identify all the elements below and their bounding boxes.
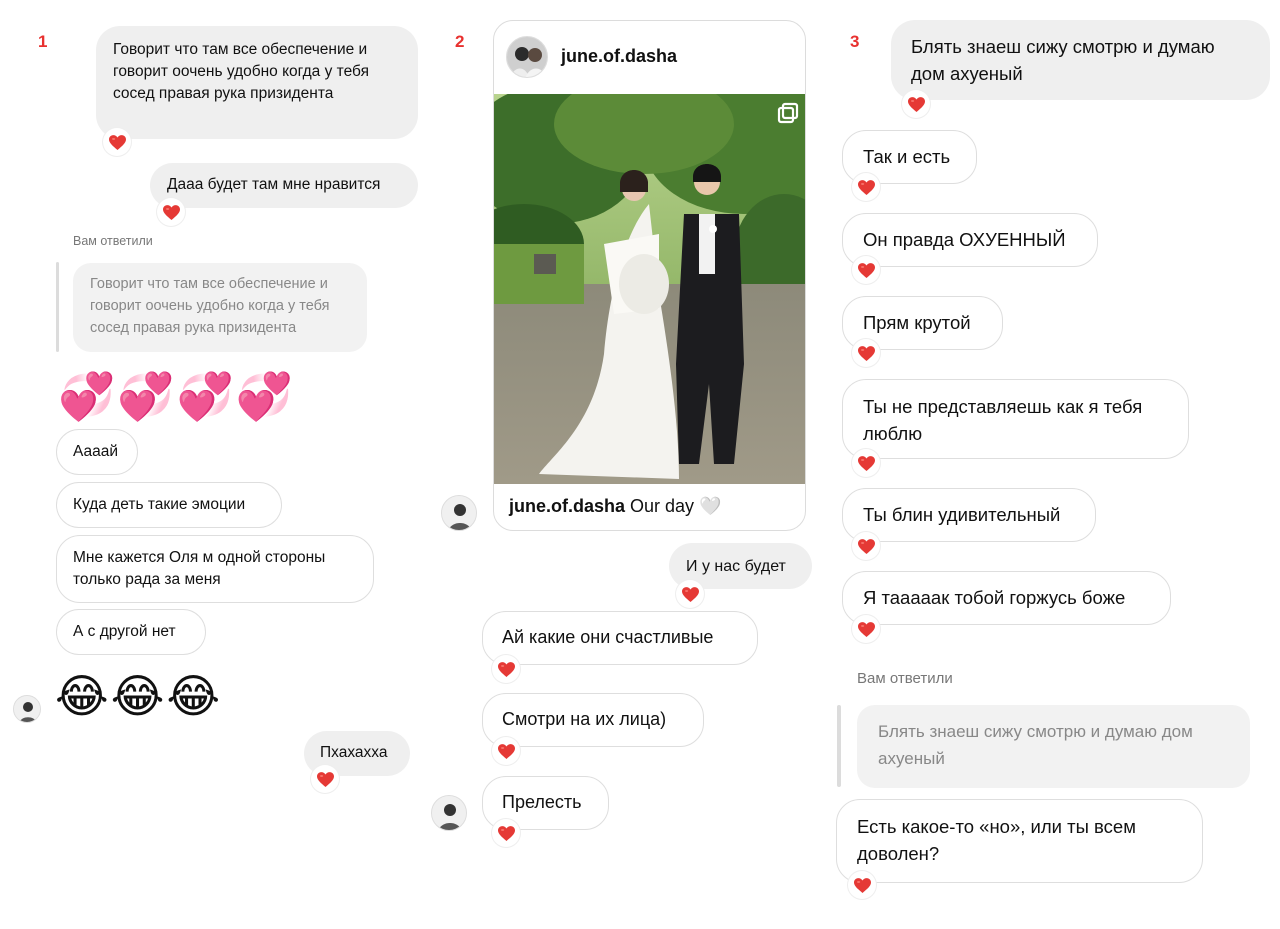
caption-username[interactable]: june.of.dasha [509,496,625,516]
heart-reaction-icon [852,449,880,477]
heart-reaction-icon [676,580,704,608]
shared-post-card[interactable]: june.of.dasha june.of.dasha Our day 🤍 [493,20,806,531]
screenshot-number: 2 [455,32,465,51]
heart-reaction-icon [157,198,185,226]
incoming-message[interactable]: Он правда ОХУЕННЫЙ [842,213,1098,267]
incoming-message[interactable]: А с другой нет [56,609,206,655]
incoming-message[interactable]: Ты блин удивительный [842,488,1096,542]
incoming-message[interactable]: Куда деть такие эмоции [56,482,282,528]
post-author-avatar[interactable] [506,36,548,78]
post-photo[interactable] [494,94,805,484]
heart-reaction-icon [492,819,520,847]
heart-reaction-icon [852,339,880,367]
heart-reaction-icon [103,128,131,156]
heart-reaction-icon [311,765,339,793]
contact-avatar[interactable] [431,795,467,831]
contact-avatar[interactable] [13,695,41,723]
quote-bar [56,262,59,352]
heart-reaction-icon [492,655,520,683]
replied-label: Вам ответили [73,234,153,248]
heart-reaction-icon [848,871,876,899]
contact-avatar[interactable] [441,495,477,531]
quote-bar [837,705,841,787]
heart-reaction-icon [492,737,520,765]
incoming-message[interactable]: Есть какое-то «но», или ты всем доволен? [836,799,1203,883]
post-username[interactable]: june.of.dasha [561,46,677,67]
outgoing-message[interactable]: Дааа будет там мне нравится [150,163,418,208]
heart-reaction-icon [852,256,880,284]
incoming-message[interactable]: Аааай [56,429,138,475]
hearts-emoji[interactable]: 💞💞💞💞 [58,370,295,422]
outgoing-message[interactable]: Блять знаеш сижу смотрю и думаю дом ахуе… [891,20,1270,100]
incoming-message[interactable]: Смотри на их лица) [482,693,704,747]
heart-reaction-icon [852,532,880,560]
quoted-message[interactable]: Блять знаеш сижу смотрю и думаю дом ахуе… [857,705,1250,788]
caption-text: Our day 🤍 [630,496,722,516]
heart-reaction-icon [852,173,880,201]
screenshot-number: 1 [38,32,48,51]
outgoing-message[interactable]: Говорит что там все обеспечение и говори… [96,26,418,139]
heart-reaction-icon [852,615,880,643]
incoming-message[interactable]: Ай какие они счастливые [482,611,758,665]
carousel-icon [782,103,802,123]
incoming-message[interactable]: Мне кажется Оля м одной стороны только р… [56,535,374,603]
incoming-message[interactable]: Я таааaак тобой горжусь боже [842,571,1171,625]
heart-reaction-icon [902,90,930,118]
post-caption: june.of.dasha Our day 🤍 [509,496,721,517]
laughing-emoji[interactable]: 😂😂😂 [55,668,222,724]
quoted-message[interactable]: Говорит что там все обеспечение и говори… [73,263,367,352]
screenshot-number: 3 [850,32,860,51]
incoming-message[interactable]: Ты не представляешь как я тебя люблю [842,379,1189,459]
replied-label: Вам ответили [857,670,953,687]
